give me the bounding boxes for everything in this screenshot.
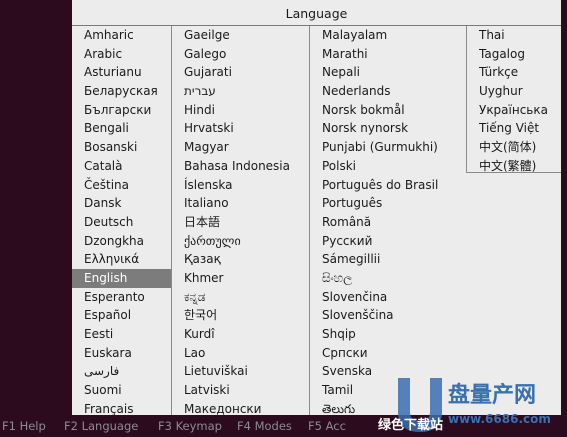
language-option[interactable]: Dansk [72, 194, 171, 213]
language-option[interactable]: Esperanto [72, 288, 171, 307]
language-option[interactable]: עברית [172, 82, 309, 101]
language-column-2: Gaeilge Galego Gujarati עברית Hindi Hrvatski M… [171, 26, 309, 415]
language-option[interactable]: Deutsch [72, 213, 171, 232]
language-option[interactable]: Eesti [72, 325, 171, 344]
language-option[interactable]: Dzongkha [72, 232, 171, 251]
language-option[interactable]: 한국어 [172, 306, 309, 325]
language-option[interactable]: ქართული [172, 232, 309, 251]
language-option[interactable]: Asturianu [72, 63, 171, 82]
language-option[interactable]: සිංහල [310, 269, 466, 288]
language-option[interactable]: Ελληνικά [72, 250, 171, 269]
language-option[interactable]: Euskara [72, 344, 171, 363]
language-column-3: Malayalam Marathi Nepali Nederlands Norsk bo… [309, 26, 466, 415]
language-option[interactable]: Nepali [310, 63, 466, 82]
language-option[interactable]: Lao [172, 344, 309, 363]
language-option[interactable]: Norsk bokmål [310, 101, 466, 120]
language-option[interactable]: Русский [310, 232, 466, 251]
language-option[interactable]: فارسی [72, 362, 171, 381]
language-column-4: Thai Tagalog Türkçe Uyghur Українська Tiếng V… [466, 26, 561, 173]
language-option[interactable]: Malayalam [310, 26, 466, 45]
language-option[interactable]: Marathi [310, 45, 466, 64]
f1-help-key[interactable]: F1 Help [2, 415, 46, 437]
language-option[interactable]: Slovenčina [310, 288, 466, 307]
language-option[interactable]: Lietuviškai [172, 362, 309, 381]
language-option[interactable]: Arabic [72, 45, 171, 64]
language-option[interactable]: Gujarati [172, 63, 309, 82]
watermark-url: www.6686.com [448, 412, 551, 426]
language-column-1: Amharic Arabic Asturianu Беларуская Българск… [72, 26, 171, 415]
language-option[interactable]: Српски [310, 344, 466, 363]
language-option[interactable]: ಕನ್ನಡ [172, 288, 309, 307]
language-option[interactable]: Español [72, 306, 171, 325]
language-option[interactable]: Kurdî [172, 325, 309, 344]
language-option[interactable]: Čeština [72, 176, 171, 195]
language-option[interactable]: Uyghur [467, 82, 561, 101]
language-option[interactable]: Suomi [72, 381, 171, 400]
language-option[interactable]: Türkçe [467, 63, 561, 82]
language-option[interactable]: Punjabi (Gurmukhi) [310, 138, 466, 157]
language-option[interactable]: Gaeilge [172, 26, 309, 45]
language-option[interactable]: Bengali [72, 119, 171, 138]
language-option[interactable]: Беларуская [72, 82, 171, 101]
language-option[interactable]: Khmer [172, 269, 309, 288]
language-option[interactable]: Thai [467, 26, 561, 45]
language-option[interactable]: Українська [467, 101, 561, 120]
language-option[interactable]: 日本語 [172, 213, 309, 232]
language-option[interactable]: 中文(繁體) [467, 157, 561, 176]
language-option[interactable]: Bosanski [72, 138, 171, 157]
language-option[interactable]: Shqip [310, 325, 466, 344]
language-option[interactable]: Latviski [172, 381, 309, 400]
f3-keymap-key[interactable]: F3 Keymap [158, 415, 222, 437]
language-option[interactable]: Galego [172, 45, 309, 64]
language-option[interactable]: Magyar [172, 138, 309, 157]
language-option[interactable]: Română [310, 213, 466, 232]
language-option[interactable]: Slovenščina [310, 306, 466, 325]
language-option[interactable]: Amharic [72, 26, 171, 45]
language-option[interactable]: Sámegillii [310, 250, 466, 269]
language-option[interactable]: Català [72, 157, 171, 176]
language-option[interactable]: Nederlands [310, 82, 466, 101]
watermark-brand: 盘量产网 [448, 383, 537, 408]
language-option[interactable]: Tagalog [467, 45, 561, 64]
language-option[interactable]: Қазақ [172, 250, 309, 269]
language-option[interactable]: 中文(简体) [467, 138, 561, 157]
f5-accessibility-key[interactable]: F5 Acc [308, 415, 346, 437]
f2-language-key[interactable]: F2 Language [64, 415, 138, 437]
language-option[interactable]: Polski [310, 157, 466, 176]
language-option[interactable]: Norsk nynorsk [310, 119, 466, 138]
language-option[interactable]: Íslenska [172, 176, 309, 195]
dialog-title: Language [72, 0, 561, 26]
language-option[interactable]: Italiano [172, 194, 309, 213]
language-option[interactable]: English [72, 268, 171, 288]
language-option[interactable]: Français [72, 400, 171, 415]
language-option[interactable]: Português [310, 194, 466, 213]
language-option[interactable]: Македонски [172, 400, 309, 415]
language-option[interactable]: Português do Brasil [310, 176, 466, 195]
language-option[interactable]: Hindi [172, 101, 309, 120]
language-dialog: Language Amharic Arabic Asturianu Беларуска… [72, 0, 561, 415]
language-option[interactable]: Hrvatski [172, 119, 309, 138]
language-option[interactable]: Tiếng Việt [467, 119, 561, 138]
watermark-overlay-text: 绿色下载站 [378, 418, 444, 433]
f4-modes-key[interactable]: F4 Modes [237, 415, 292, 437]
language-option[interactable]: Български [72, 101, 171, 120]
language-option[interactable]: Bahasa Indonesia [172, 157, 309, 176]
